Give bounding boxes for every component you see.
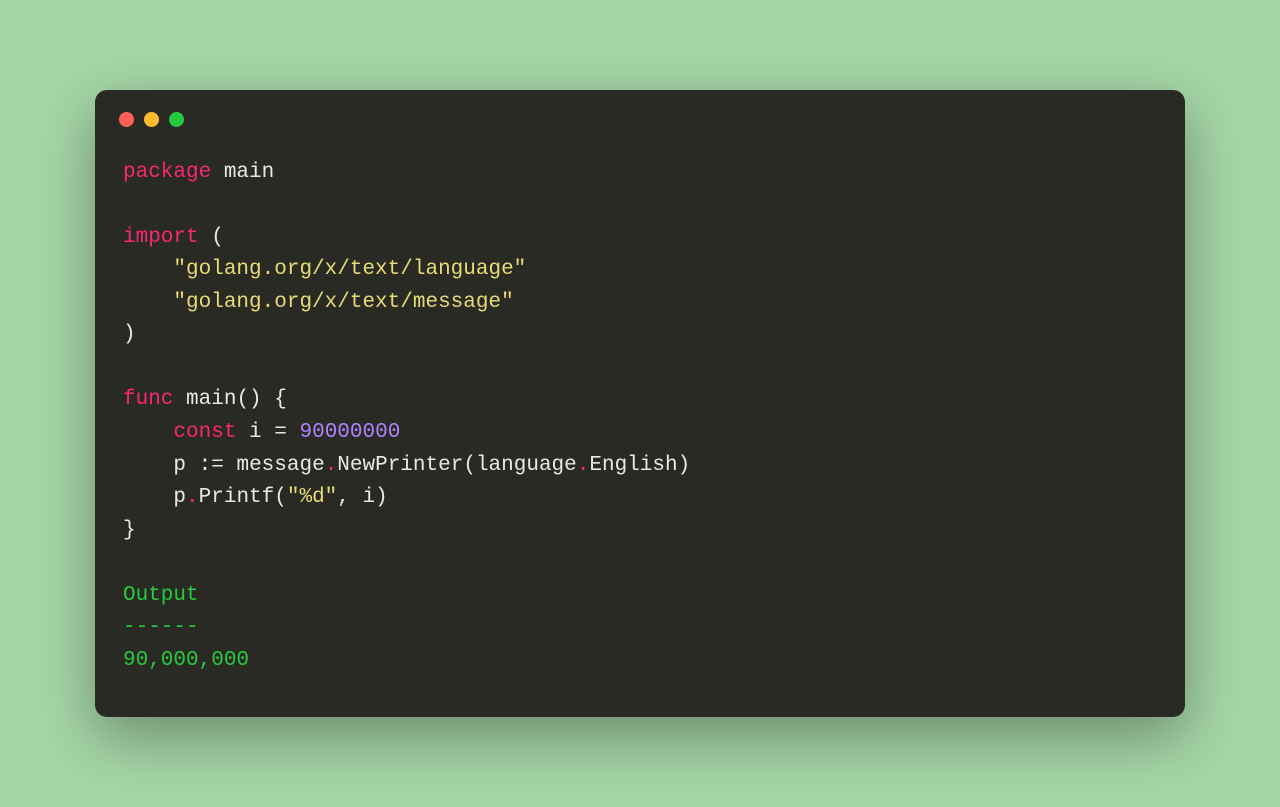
call-close: ) — [678, 454, 691, 477]
output-label: Output — [123, 584, 199, 607]
output-value: 90,000,000 — [123, 649, 249, 672]
ident-newprinter: NewPrinter — [337, 454, 463, 477]
equals: = — [274, 421, 287, 444]
func-name: main — [186, 388, 236, 411]
var-p: p — [173, 454, 186, 477]
minimize-icon[interactable] — [144, 112, 159, 127]
code-block: package main import ( "golang.org/x/text… — [95, 137, 1185, 678]
ident-printf: Printf — [199, 486, 275, 509]
call-open-2: ( — [274, 486, 287, 509]
output-separator: ------ — [123, 616, 199, 639]
var-p2: p — [173, 486, 186, 509]
terminal-window: package main import ( "golang.org/x/text… — [95, 90, 1185, 718]
brace-close: } — [123, 519, 136, 542]
keyword-const: const — [173, 421, 236, 444]
close-icon[interactable] — [119, 112, 134, 127]
format-string: "%d" — [287, 486, 337, 509]
walrus-op: := — [199, 454, 224, 477]
keyword-package: package — [123, 161, 211, 184]
window-titlebar — [95, 90, 1185, 137]
arg-i: i — [363, 486, 376, 509]
paren-close: ) — [123, 323, 136, 346]
call-close-2: ) — [375, 486, 388, 509]
ident-language: language — [476, 454, 577, 477]
keyword-import: import — [123, 226, 199, 249]
brace-open: { — [274, 388, 287, 411]
func-parens: () — [236, 388, 261, 411]
paren-open: ( — [211, 226, 224, 249]
ident-message: message — [236, 454, 324, 477]
const-value: 90000000 — [299, 421, 400, 444]
ident-english: English — [589, 454, 677, 477]
dot-op-2: . — [577, 454, 590, 477]
call-open: ( — [463, 454, 476, 477]
import-path-2: "golang.org/x/text/message" — [173, 291, 513, 314]
import-path-1: "golang.org/x/text/language" — [173, 258, 526, 281]
dot-op-3: . — [186, 486, 199, 509]
package-name: main — [224, 161, 274, 184]
const-name: i — [249, 421, 262, 444]
maximize-icon[interactable] — [169, 112, 184, 127]
comma: , — [337, 486, 362, 509]
dot-op: . — [325, 454, 338, 477]
keyword-func: func — [123, 388, 173, 411]
